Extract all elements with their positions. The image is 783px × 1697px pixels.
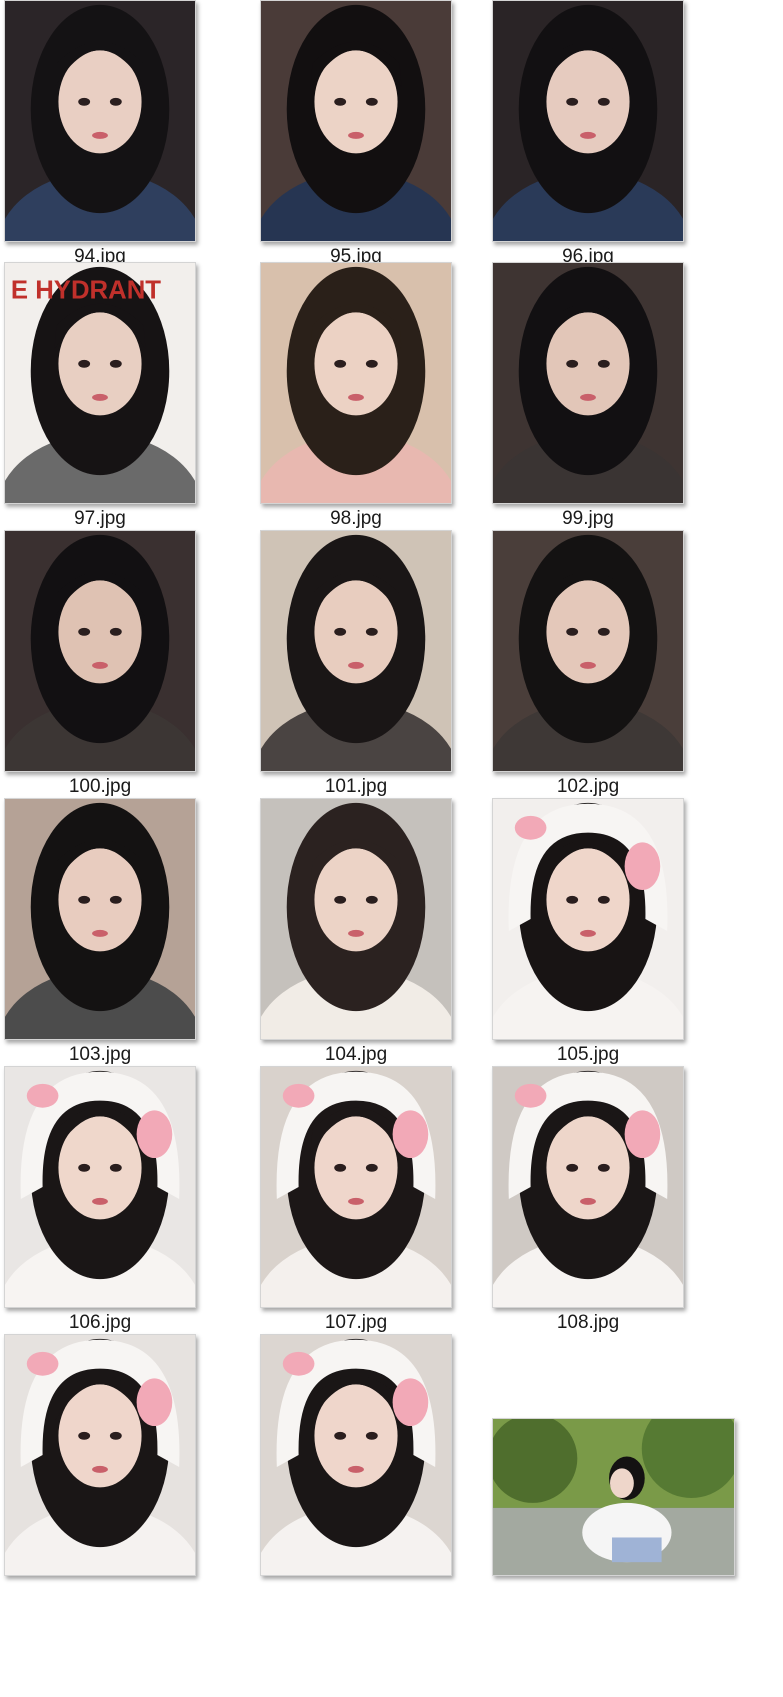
- file-item[interactable]: 101.jpg: [260, 530, 510, 810]
- thumbnail-frame: [492, 798, 742, 1040]
- photo-thumbnail: E HYDRANT: [5, 263, 195, 503]
- photo-thumbnail: [5, 1335, 195, 1575]
- photo-thumbnail: [5, 1, 195, 241]
- file-name-label: 99.jpg: [562, 508, 614, 529]
- sign-text: E HYDRANT: [11, 277, 161, 305]
- file-item[interactable]: 106.jpg: [4, 1066, 254, 1346]
- thumbnail-frame: [492, 1334, 742, 1576]
- file-explorer-window: 94.jpg 95.jpg 96.jpg E HYDRANT 97.jpg 98.jpg 9…: [0, 0, 783, 1697]
- file-name-label: 107.jpg: [324, 1312, 388, 1333]
- photo-thumbnail: [5, 799, 195, 1039]
- file-item[interactable]: 99.jpg: [492, 262, 742, 542]
- file-item[interactable]: 98.jpg: [260, 262, 510, 542]
- photo-thumbnail: [493, 1419, 734, 1575]
- file-item[interactable]: 94.jpg: [4, 0, 254, 280]
- photo-thumbnail: [493, 799, 683, 1039]
- image-thumbnail-icon: [260, 798, 452, 1040]
- thumbnail-frame: [492, 262, 742, 504]
- photo-thumbnail: [261, 799, 451, 1039]
- photo-thumbnail: [493, 1067, 683, 1307]
- file-name-label: 102.jpg: [556, 776, 620, 797]
- image-thumbnail-icon: [4, 0, 196, 242]
- image-thumbnail-icon: [492, 0, 684, 242]
- file-item[interactable]: 104.jpg: [260, 798, 510, 1078]
- image-thumbnail-icon: [492, 262, 684, 504]
- image-thumbnail-icon: [260, 1334, 452, 1576]
- thumbnail-frame: [260, 1066, 510, 1308]
- photo-thumbnail: [5, 531, 195, 771]
- image-thumbnail-icon: [260, 262, 452, 504]
- photo-thumbnail: [261, 531, 451, 771]
- file-item[interactable]: 107.jpg: [260, 1066, 510, 1346]
- thumbnail-frame: [4, 1066, 254, 1308]
- photo-thumbnail: [5, 1067, 195, 1307]
- thumbnail-frame: [4, 1334, 254, 1576]
- thumbnail-frame: [4, 798, 254, 1040]
- file-item[interactable]: 105.jpg: [492, 798, 742, 1078]
- image-thumbnail-icon: [260, 1066, 452, 1308]
- thumbnail-frame: [260, 0, 510, 242]
- thumbnail-frame: [492, 530, 742, 772]
- image-thumbnail-icon: [492, 1418, 735, 1576]
- image-thumbnail-icon: [4, 530, 196, 772]
- file-item[interactable]: 100.jpg: [4, 530, 254, 810]
- file-name-label: 101.jpg: [324, 776, 388, 797]
- file-name-label: 103.jpg: [68, 1044, 132, 1065]
- file-item[interactable]: 96.jpg: [492, 0, 742, 280]
- file-item[interactable]: [4, 1334, 254, 1614]
- file-item[interactable]: [492, 1334, 742, 1614]
- thumbnail-frame: [260, 1334, 510, 1576]
- file-item[interactable]: E HYDRANT 97.jpg: [4, 262, 254, 542]
- thumbnail-frame: E HYDRANT: [4, 262, 254, 504]
- image-thumbnail-icon: [4, 798, 196, 1040]
- image-thumbnail-icon: [260, 0, 452, 242]
- file-name-label: 108.jpg: [556, 1312, 620, 1333]
- file-item[interactable]: 103.jpg: [4, 798, 254, 1078]
- photo-thumbnail: [261, 1, 451, 241]
- file-item[interactable]: 108.jpg: [492, 1066, 742, 1346]
- file-name-label: 100.jpg: [68, 776, 132, 797]
- image-thumbnail-icon: [260, 530, 452, 772]
- file-grid: 94.jpg 95.jpg 96.jpg E HYDRANT 97.jpg 98.jpg 9…: [0, 0, 783, 1697]
- file-item[interactable]: 102.jpg: [492, 530, 742, 810]
- photo-thumbnail: [261, 1335, 451, 1575]
- photo-thumbnail: [493, 1, 683, 241]
- thumbnail-frame: [260, 262, 510, 504]
- photo-thumbnail: [261, 1067, 451, 1307]
- image-thumbnail-icon: [4, 1334, 196, 1576]
- image-thumbnail-icon: E HYDRANT: [4, 262, 196, 504]
- file-name-label: 106.jpg: [68, 1312, 132, 1333]
- image-thumbnail-icon: [492, 530, 684, 772]
- file-name-label: 105.jpg: [556, 1044, 620, 1065]
- image-thumbnail-icon: [4, 1066, 196, 1308]
- photo-thumbnail: [261, 263, 451, 503]
- file-name-label: 97.jpg: [74, 508, 126, 529]
- thumbnail-frame: [260, 530, 510, 772]
- thumbnail-frame: [492, 1066, 742, 1308]
- thumbnail-frame: [4, 530, 254, 772]
- thumbnail-frame: [4, 0, 254, 242]
- thumbnail-frame: [260, 798, 510, 1040]
- thumbnail-frame: [492, 0, 742, 242]
- file-name-label: 98.jpg: [330, 508, 382, 529]
- file-item[interactable]: 95.jpg: [260, 0, 510, 280]
- image-thumbnail-icon: [492, 798, 684, 1040]
- file-item[interactable]: [260, 1334, 510, 1614]
- file-name-label: 104.jpg: [324, 1044, 388, 1065]
- photo-thumbnail: [493, 263, 683, 503]
- photo-thumbnail: [493, 531, 683, 771]
- image-thumbnail-icon: [492, 1066, 684, 1308]
